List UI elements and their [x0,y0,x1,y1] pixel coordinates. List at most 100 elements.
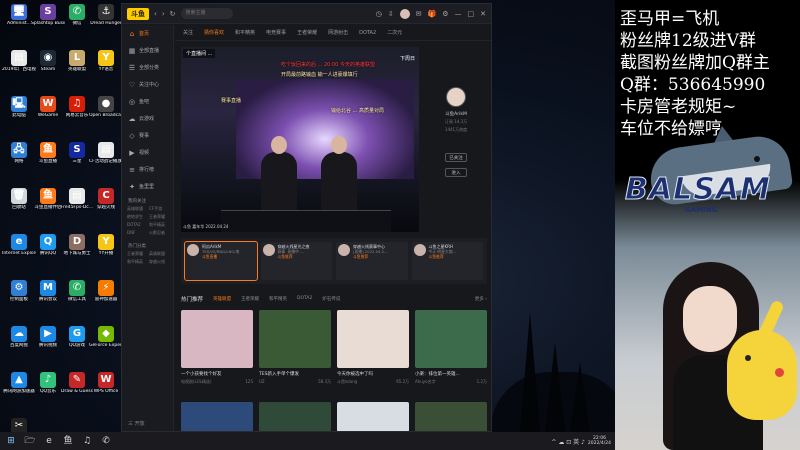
sidebar-item[interactable]: ⌂ 首页 [122,25,173,42]
maximize-icon[interactable]: □ [468,10,475,18]
stream-card[interactable] [415,402,487,431]
sidebar-item[interactable]: ♡ 关注中心 [122,76,173,93]
desktop-icon[interactable]: ⚡ 雷神加速器 [89,280,123,302]
douyu-logo[interactable]: 斗鱼 [127,7,149,20]
category-tab[interactable]: 猜你喜欢 [204,29,224,36]
desktop-icon[interactable]: ●Open Broadcast... [89,96,123,118]
stream-card[interactable]: 一个小孩要找个好友 电视剧(LOL精选) 125 [181,310,253,396]
taskbar-pinned-icon[interactable]: 🗁 [22,434,38,448]
hot-tab[interactable]: 炉石传说 [322,296,340,302]
sidebar-category-link[interactable]: 火影忍者 [149,230,168,236]
taskbar-pinned-icon[interactable]: ✆ [98,434,114,448]
taskbar-pinned-icon[interactable]: 鱼 [60,434,76,448]
hot-tab[interactable]: 王者荣耀 [241,296,259,302]
stream-card[interactable] [259,402,331,431]
recommendation-card[interactable]: 斗鱼之星KRH 今天·明星大咖... 斗鱼推荐 [411,242,483,280]
sidebar-category-link[interactable]: 和平精英 [149,222,168,228]
sidebar-category-link[interactable]: 王者荣耀 [149,214,168,220]
stream-title: 今天你被选中了吗 [337,372,373,377]
minimize-icon[interactable]: — [455,10,462,18]
stream-card[interactable] [337,402,409,431]
desktop-app-icon: S [40,4,56,20]
forward-icon[interactable]: › [162,10,165,18]
taskbar-pinned-icon[interactable]: ♫ [79,434,95,448]
sidebar-item[interactable]: ◎ 鱼吧 [122,93,173,110]
category-tab[interactable]: 二次元 [387,29,402,36]
sidebar-item[interactable]: ☰ 全部分类 [122,59,173,76]
sidebar-category-link[interactable]: CF手游 [149,206,168,212]
sidebar-item[interactable]: ▦ 全部直播 [122,42,173,59]
sidebar-category-link[interactable]: 绝地求生 [127,214,146,220]
category-tab[interactable]: 网游射击 [328,29,348,36]
enter-room-button[interactable]: 进入 [445,168,467,177]
streamer-avatar[interactable] [446,87,466,107]
sidebar-bottom-link[interactable]: 三 开放 [128,420,145,427]
sidebar-item-label: 首页 [139,31,150,37]
desktop-icon[interactable]: ▤CF活动战记播放文档 [89,142,123,164]
sidebar-category-link[interactable]: 穿越火线 [149,259,168,265]
hot-section-header: 热门推荐 英雄联盟 王者荣耀 和平精英 DOTA2 炉石传说 更多 › [181,293,487,305]
download-icon[interactable]: ⇩ [388,10,394,18]
desktop-icon[interactable]: ⚓ Dread Hunger [89,4,123,26]
stream-thumbnail [259,402,331,431]
settings-icon[interactable]: ⚙ [442,10,448,18]
taskbar-pinned-icon[interactable]: e [41,434,57,448]
recommendation-card[interactable]: 穿越火线赛事中心 [直播] 2022.04.2... 斗鱼推荐 [336,242,408,280]
taskbar-clock[interactable]: 22:06 2022/4/24 [588,436,611,446]
category-tab[interactable]: DOTA2 [359,30,376,36]
sidebar-item[interactable]: ≡ 排行榜 [122,161,173,178]
caster-desk [221,210,391,232]
hot-tab[interactable]: 英雄联盟 [213,296,231,302]
sidebar-category-link[interactable]: DOTA2 [127,222,146,228]
message-icon[interactable]: ✉ [416,10,422,18]
category-tab[interactable]: 电竞赛事 [266,29,286,36]
sidebar-category-link[interactable]: 英雄联盟 [127,206,146,212]
desktop-icon[interactable]: ✂剪映专业版 [2,418,36,432]
desktop-icon[interactable]: ◆GeForce Experience [89,326,123,348]
sidebar-category-link[interactable]: DNF [127,230,146,236]
sidebar-category-link[interactable]: 英雄联盟 [149,251,168,257]
sidebar-item[interactable]: ☁ 云游戏 [122,110,173,127]
hot-tab[interactable]: DOTA2 [297,296,312,302]
close-icon[interactable]: ✕ [480,10,486,18]
featured-video-player[interactable]: 个直播间 ... 下周日 吃个饭回来的后 ... 20:00 今天的英雄联盟 开… [181,47,419,232]
sidebar-item-icon: ⌂ [129,29,135,38]
gift-icon[interactable]: 🎁 [428,10,437,18]
stream-card[interactable]: TES新入手单个爆发 UZ 58.3万 [259,310,331,396]
stream-thumbnail [415,310,487,368]
history-icon[interactable]: ◷ [376,10,382,18]
desktop-app-icon: W [98,372,114,388]
sidebar-item[interactable]: ◇ 赛事 [122,127,173,144]
recommendation-card[interactable]: 阿瓜ArikM TES/V5/RNG/LNG/电 斗鱼直播 [184,241,258,281]
recommendation-card[interactable]: 穿越火线星光之夜 赛事 ·直播中 ... 斗鱼推荐 [260,242,332,280]
sidebar-category-link[interactable]: 和平精英 [127,259,146,265]
recommendation-avatar [338,244,350,256]
hot-more-link[interactable]: 更多 › [475,296,487,302]
sidebar-item[interactable]: ✦ 鱼里里 [122,178,173,195]
desktop-icon[interactable]: Y YY语音 [89,50,123,72]
category-tab[interactable]: 和平精英 [235,29,255,36]
system-tray[interactable]: ^ ☁ ⊡ 英 ♪ [551,437,585,446]
search-input[interactable] [180,8,233,19]
desktop-icon[interactable]: Y YY开播 [89,234,123,256]
category-tab[interactable]: 关注 [183,29,193,36]
sidebar-item[interactable]: ▶ 视频 [122,144,173,161]
sidebar-item-label: 全部直播 [139,48,160,54]
desktop-icon[interactable]: C 穿越火线 [89,188,123,210]
stream-card[interactable]: 今天你被选中了吗 斗鱼lolang 95.2万 [337,310,409,396]
desktop-icon[interactable]: W WPS Office [89,372,123,394]
desktop-app-icon: W [40,96,56,112]
streamer-name[interactable]: 斗鱼ArikM [431,111,481,117]
refresh-icon[interactable]: ↻ [170,10,176,18]
category-tab[interactable]: 王者荣耀 [297,29,317,36]
stream-card[interactable] [181,402,253,431]
stream-overlay: 歪马甲=飞机 粉丝牌12级进V群 截图粉丝牌加Q群主 Q群：536645990 卡房管老… [615,0,800,450]
stream-card[interactable]: 小楽：排位第一英雄... Ahuyo名字 1.2万 [415,310,487,396]
follow-button[interactable]: 已关注 [445,153,467,162]
hot-tab[interactable]: 和平精英 [269,296,287,302]
user-avatar[interactable] [399,8,410,19]
stream-author: Ahuyo名字 [415,379,436,384]
back-icon[interactable]: ‹ [154,10,157,18]
sidebar-category-link[interactable]: 王者荣耀 [127,251,146,257]
windows-start-icon[interactable]: ⊞ [3,434,19,448]
